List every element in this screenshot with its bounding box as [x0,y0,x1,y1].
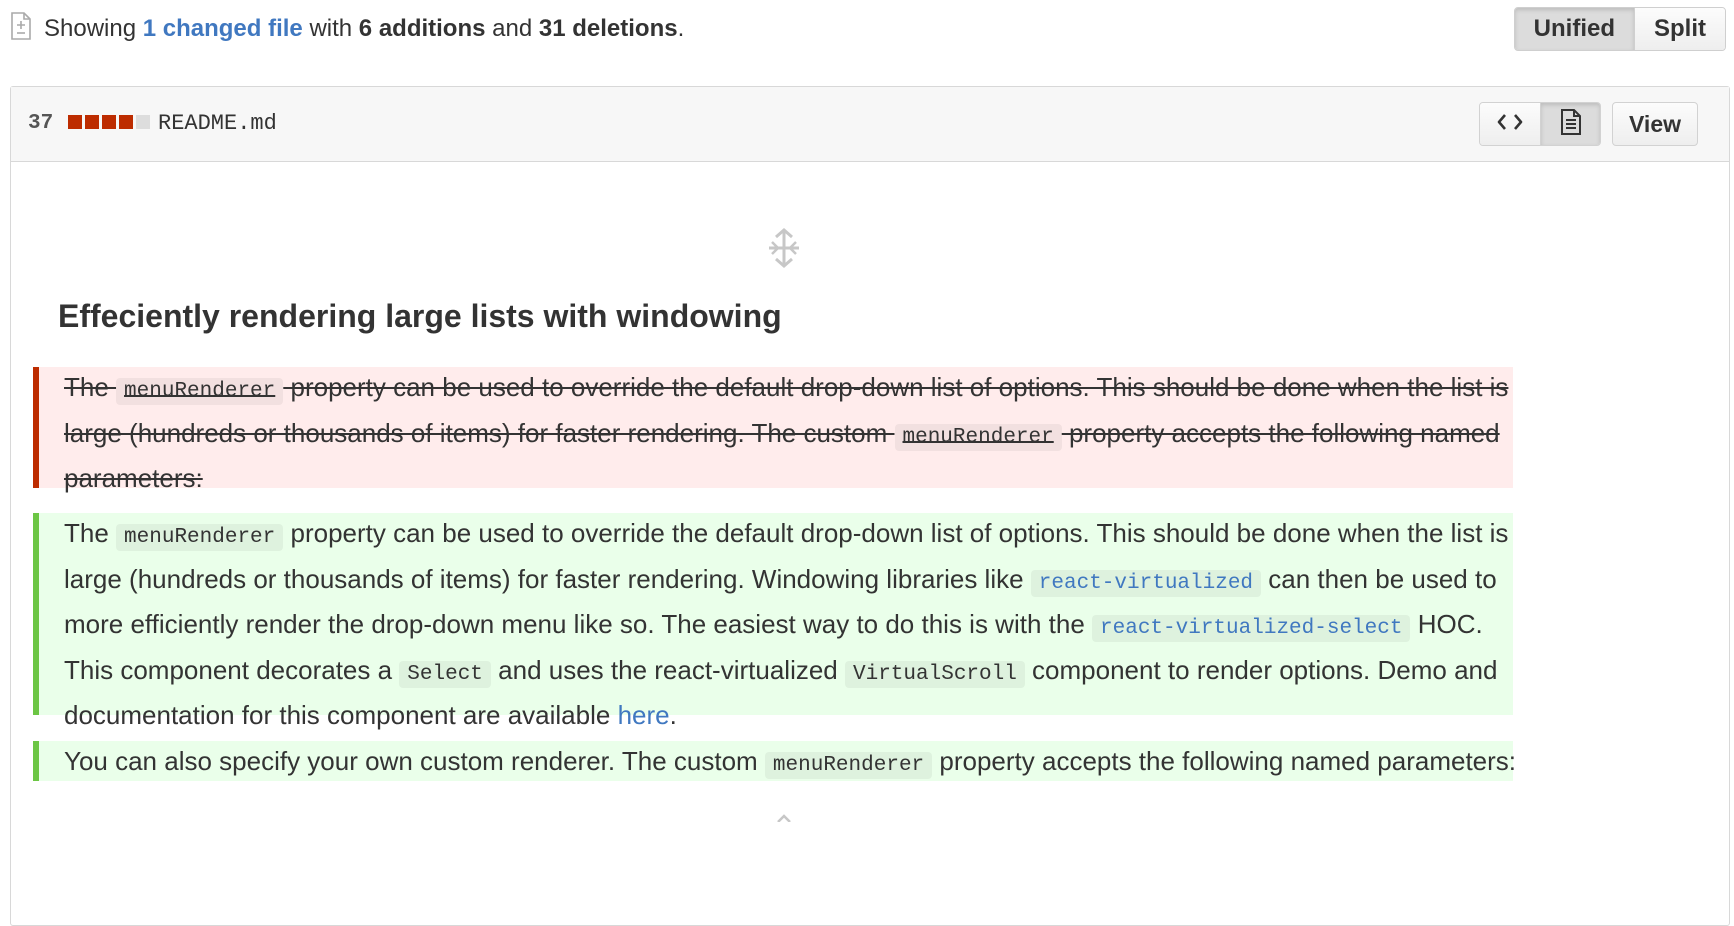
react-virtualized-link[interactable]: react-virtualized [1030,569,1262,597]
inline-code: Select [399,660,491,688]
diff-view-toggle: Unified Split [1513,7,1726,51]
diff-summary-text: Showing 1 changed file with 6 additions … [44,15,685,42]
added-line: large (hundreds or thousands of items) f… [64,563,1497,597]
deletions-count: 31 deletions [538,15,678,42]
added-paragraph: The menuRenderer property can be used to… [33,513,1513,730]
added-line: You can also specify your own custom ren… [64,746,1517,779]
inline-code: VirtualScroll [845,660,1025,688]
removed-line: The menuRenderer property can be used to… [64,372,1509,405]
display-mode-toggle [1479,102,1601,146]
section-heading: Effeciently rendering large lists with w… [58,298,782,334]
inline-code: menuRenderer [116,524,284,551]
diff-summary-bar: Showing 1 changed file with 6 additions … [0,0,1734,58]
diffstat-deletion-block [85,115,99,129]
added-line: This component decorates a Select and us… [64,654,1498,688]
change-count: 37 [28,112,54,135]
added-line: more efficiently render the drop-down me… [64,609,1483,642]
split-view-button[interactable]: Split [1634,8,1725,50]
diffstat-bar [68,115,150,129]
removed-line: large (hundreds or thousands of items) f… [64,417,1500,451]
added-paragraph: You can also specify your own custom ren… [33,741,1516,781]
diffstat-deletion-block [102,115,116,129]
file-name[interactable]: README.md [158,111,277,136]
added-line: documentation for this component are ava… [64,700,677,730]
diffstat-neutral-block [136,115,150,129]
diffstat-deletion-block [68,115,82,129]
removed-line: parameters: [64,463,203,493]
unified-view-button[interactable]: Unified [1514,8,1634,50]
unfold-icon[interactable] [776,809,792,823]
rich-diff-button[interactable] [1540,103,1600,145]
file-text-icon [1560,108,1582,140]
changed-files-link[interactable]: 1 changed file [143,15,303,42]
diff-file-icon [10,12,32,40]
file-diff: 37 README.md View Effeciently rendering … [10,86,1730,926]
removed-paragraph: The menuRenderer property can be used to… [33,367,1513,493]
source-view-button[interactable] [1480,103,1540,145]
added-line: The menuRenderer property can be used to… [64,518,1509,551]
react-virtualized-select-link[interactable]: react-virtualized-select [1092,615,1411,642]
file-header: 37 README.md View [11,87,1729,162]
inline-code: menuRenderer [764,752,933,779]
diffstat-deletion-block [119,115,133,129]
here-link[interactable]: here [618,700,670,730]
unfold-icon[interactable] [766,228,802,268]
inline-code: menuRenderer [894,423,1062,451]
additions-count: 6 additions [358,15,486,42]
code-icon [1497,113,1523,136]
inline-code: menuRenderer [116,378,284,405]
view-file-button[interactable]: View [1612,102,1698,146]
